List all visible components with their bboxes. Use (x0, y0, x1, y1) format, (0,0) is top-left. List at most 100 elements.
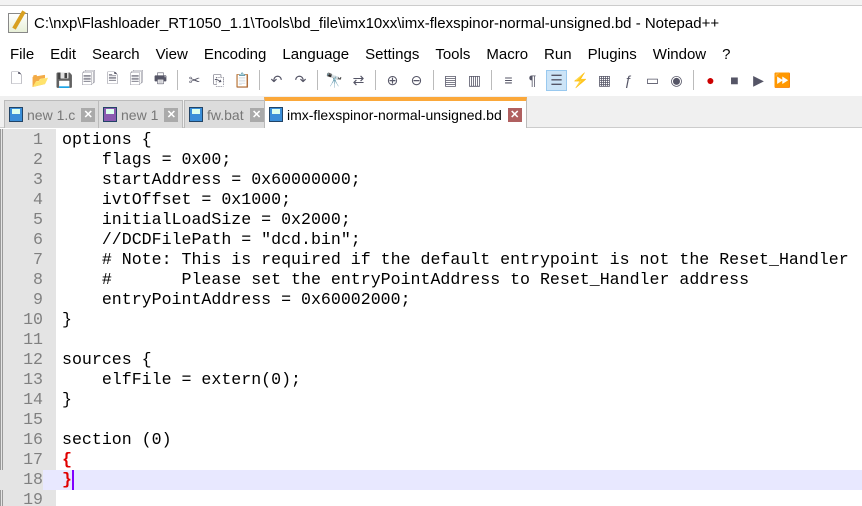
code-text: entryPointAddress = 0x60002000; (62, 290, 411, 309)
code-line[interactable]: 15 (0, 410, 862, 430)
save-all-icon[interactable]: 🗐 (78, 70, 99, 91)
code-text: elfFile = extern(0); (62, 370, 301, 389)
separator (693, 70, 694, 90)
code-line[interactable]: 1 options { (0, 130, 862, 150)
function-list-icon[interactable]: ƒ (618, 70, 639, 91)
close-tab-icon[interactable]: ✕ (249, 107, 264, 122)
udl-icon[interactable]: ⚡ (570, 70, 591, 91)
code-line[interactable]: 16 section (0) (0, 430, 862, 450)
print-icon[interactable]: 🖶 (150, 70, 171, 91)
undo-icon[interactable]: ↶ (266, 70, 287, 91)
menu-view[interactable]: View (148, 46, 196, 63)
code-line[interactable]: 3 startAddress = 0x60000000; (0, 170, 862, 190)
record-macro-icon[interactable]: ● (700, 70, 721, 91)
menu-encoding[interactable]: Encoding (196, 46, 275, 63)
line-number: 16 (23, 430, 43, 449)
monitoring-icon[interactable]: ◉ (666, 70, 687, 91)
replace-icon[interactable]: ⇄ (348, 70, 369, 91)
menu-run[interactable]: Run (536, 46, 580, 63)
tab-fw-bat[interactable]: fw.bat ✕ (184, 100, 269, 128)
line-number: 8 (33, 270, 43, 289)
menu-language[interactable]: Language (274, 46, 357, 63)
play-macro-icon[interactable]: ▶ (748, 70, 769, 91)
separator (433, 70, 434, 90)
tab-imx-flexspinor[interactable]: imx-flexspinor-normal-unsigned.bd ✕ (264, 97, 527, 128)
sync-horizontal-icon[interactable]: ▥ (464, 70, 485, 91)
menu-search[interactable]: Search (84, 46, 148, 63)
line-number: 6 (33, 230, 43, 249)
code-text: section (0) (62, 430, 172, 449)
unsaved-icon (103, 107, 117, 122)
code-line[interactable]: 6 //DCDFilePath = "dcd.bin"; (0, 230, 862, 250)
line-number: 1 (33, 130, 43, 149)
separator (491, 70, 492, 90)
code-line[interactable]: 8 # Please set the entryPointAddress to … (0, 270, 862, 290)
code-line[interactable]: 19 (0, 490, 862, 506)
code-line[interactable]: 9 entryPointAddress = 0x60002000; (0, 290, 862, 310)
code-text: sources { (62, 350, 152, 369)
code-line[interactable]: 4 ivtOffset = 0x1000; (0, 190, 862, 210)
menu-macro[interactable]: Macro (478, 46, 536, 63)
code-line[interactable]: 10} (0, 310, 862, 330)
redo-icon[interactable]: ↷ (290, 70, 311, 91)
open-file-icon[interactable]: 📂 (30, 70, 51, 91)
code-text: { (62, 450, 72, 469)
menu-edit[interactable]: Edit (42, 46, 84, 63)
code-line[interactable]: 7 # Note: This is required if the defaul… (0, 250, 862, 270)
code-text: # Please set the entryPointAddress to Re… (62, 270, 750, 289)
zoom-in-icon[interactable]: ⊕ (382, 70, 403, 91)
paste-icon[interactable]: 📋 (232, 70, 253, 91)
sync-vertical-icon[interactable]: ▤ (440, 70, 461, 91)
copy-icon[interactable]: ⎘ (208, 70, 229, 91)
show-all-chars-icon[interactable]: ¶ (522, 70, 543, 91)
tab-label: new 1.c (27, 106, 76, 123)
line-number: 15 (23, 410, 43, 429)
cut-icon[interactable]: ✂ (184, 70, 205, 91)
word-wrap-icon[interactable]: ≡ (498, 70, 519, 91)
code-line[interactable]: 13 elfFile = extern(0); (0, 370, 862, 390)
menu-window[interactable]: Window (645, 46, 714, 63)
close-tab-icon[interactable]: ✕ (81, 107, 96, 122)
window-title: C:\nxp\Flashloader_RT1050_1.1\Tools\bd_f… (34, 14, 720, 32)
menu-help[interactable]: ? (714, 46, 738, 63)
code-line[interactable]: 14} (0, 390, 862, 410)
menu-settings[interactable]: Settings (357, 46, 427, 63)
line-number: 3 (33, 170, 43, 189)
save-icon[interactable]: 💾 (54, 70, 75, 91)
code-line[interactable]: 5 initialLoadSize = 0x2000; (0, 210, 862, 230)
code-text: } (62, 310, 72, 329)
menu-file[interactable]: File (2, 46, 42, 63)
menu-bar: File Edit Search View Encoding Language Settin… (0, 42, 862, 66)
tab-new-1[interactable]: new 1 ✕ (98, 100, 184, 128)
code-text: ivtOffset = 0x1000; (62, 190, 292, 209)
new-file-icon[interactable]: 🗋 (6, 70, 27, 91)
code-line[interactable]: 18} (0, 470, 862, 490)
line-number: 2 (33, 150, 43, 169)
code-line[interactable]: 12 sources { (0, 350, 862, 370)
close-tab-icon[interactable]: ✕ (507, 107, 522, 122)
tab-new-1-c[interactable]: new 1.c ✕ (4, 100, 101, 128)
separator (177, 70, 178, 90)
close-all-icon[interactable]: 🗐 (126, 70, 147, 91)
line-number: 12 (23, 350, 43, 369)
saved-icon (189, 107, 203, 122)
close-icon[interactable]: 🗎 (102, 70, 123, 91)
stop-macro-icon[interactable]: ■ (724, 70, 745, 91)
code-text: } (62, 390, 72, 409)
code-line[interactable]: 2 flags = 0x00; (0, 150, 862, 170)
code-line[interactable]: 11 (0, 330, 862, 350)
doc-map-icon[interactable]: ▦ (594, 70, 615, 91)
code-line[interactable]: 17 { (0, 450, 862, 470)
zoom-out-icon[interactable]: ⊖ (406, 70, 427, 91)
folder-workspace-icon[interactable]: ▭ (642, 70, 663, 91)
find-icon[interactable]: 🔭 (324, 70, 345, 91)
indent-guide-icon[interactable]: ☰ (546, 69, 567, 91)
menu-plugins[interactable]: Plugins (580, 46, 645, 63)
close-tab-icon[interactable]: ✕ (164, 107, 179, 122)
tab-bar: new 1.c ✕ new 1 ✕ fw.bat ✕ imx-flexspinor-n… (0, 96, 862, 128)
code-text: } (62, 470, 72, 489)
line-number: 5 (33, 210, 43, 229)
menu-tools[interactable]: Tools (427, 46, 478, 63)
run-macro-multiple-icon[interactable]: ⏩ (772, 70, 793, 91)
code-editor[interactable]: 1 options {2 flags = 0x00; 3 startAddress … (0, 129, 862, 506)
